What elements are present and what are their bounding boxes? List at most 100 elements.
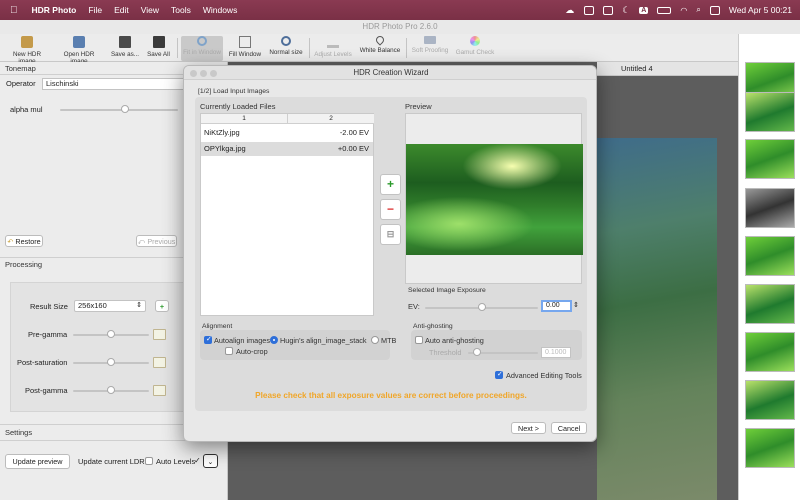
autocrop-checkbox[interactable]: [225, 347, 233, 355]
table-row[interactable]: OPYlkga.jpg +0.00 EV: [201, 142, 373, 156]
fit-in-window-button[interactable]: Fit in Window: [181, 36, 223, 61]
alpha-mul-slider[interactable]: [60, 109, 178, 111]
apple-menu-icon[interactable]: : [10, 5, 18, 16]
thumbnail[interactable]: [745, 380, 795, 420]
levels-dropdown-button[interactable]: ⌄: [203, 454, 218, 468]
result-size-label: Result Size: [30, 302, 68, 311]
save-all-button[interactable]: Save All: [145, 36, 172, 61]
thumbnail[interactable]: [745, 92, 795, 132]
thumbnail[interactable]: [745, 332, 795, 372]
new-hdr-button[interactable]: New HDR image: [4, 36, 50, 65]
file-ev: -2.00 EV: [339, 128, 369, 137]
postsat-reset-button[interactable]: [153, 357, 166, 368]
menu-file[interactable]: File: [88, 5, 102, 15]
open-hdr-button[interactable]: Open HDR image: [55, 36, 103, 65]
normal-size-label: Normal size: [269, 49, 303, 56]
thumbnail[interactable]: [745, 236, 795, 276]
hugin-label: Hugin's align_image_stack: [280, 336, 367, 345]
column-header[interactable]: 2: [288, 114, 374, 124]
alpha-mul-knob[interactable]: [120, 105, 129, 113]
control-center-icon[interactable]: [709, 5, 720, 15]
menu-view[interactable]: View: [141, 5, 159, 15]
scroll-icon[interactable]: [584, 5, 595, 15]
white-balance-button[interactable]: White Balance: [358, 34, 402, 61]
threshold-input[interactable]: 0.1000: [541, 347, 571, 358]
tab-untitled-4[interactable]: Untitled 4: [621, 64, 653, 73]
next-button[interactable]: Next >: [511, 422, 546, 434]
pregamma-reset-button[interactable]: [153, 329, 166, 340]
hugin-radio[interactable]: [270, 336, 278, 344]
stepper-icon: ⇕: [136, 302, 142, 309]
clear-files-button[interactable]: ⊟: [380, 224, 401, 245]
auto-levels-label: Auto Levels: [156, 457, 196, 466]
stepper-icon[interactable]: ⇕: [573, 301, 579, 309]
add-size-button[interactable]: +: [155, 300, 169, 312]
app-menu[interactable]: HDR Photo: [32, 5, 77, 15]
wifi-icon[interactable]: ◠: [680, 6, 687, 15]
cloud-icon[interactable]: ☁: [565, 5, 575, 15]
adjust-levels-button[interactable]: Adjust Levels: [313, 36, 353, 61]
postgamma-label: Post-gamma: [25, 386, 68, 395]
normal-size-button[interactable]: Normal size: [268, 36, 304, 61]
input-source-icon[interactable]: A: [639, 6, 649, 14]
processing-title: Processing: [5, 260, 43, 269]
column-header[interactable]: 1: [201, 114, 288, 124]
save-as-label: Save as...: [110, 51, 139, 58]
postsat-knob[interactable]: [107, 358, 115, 366]
menu-windows[interactable]: Windows: [203, 5, 237, 15]
pregamma-knob[interactable]: [107, 330, 115, 338]
auto-antighost-checkbox[interactable]: [415, 336, 423, 344]
restore-button[interactable]: ↶ Restore: [5, 235, 43, 247]
threshold-knob[interactable]: [473, 348, 481, 356]
auto-levels-checkbox[interactable]: [145, 457, 153, 465]
previous-button[interactable]: ⤺ Previous: [136, 235, 177, 247]
update-current-ldr-button[interactable]: Update current LDR: [78, 457, 145, 466]
table-row[interactable]: NiKtZly.jpg -2.00 EV: [201, 126, 373, 140]
postgamma-reset-button[interactable]: [153, 385, 166, 396]
fill-window-label: Fill Window: [228, 51, 262, 58]
soft-proofing-label: Soft Proofing: [411, 47, 449, 54]
advanced-tools-checkbox[interactable]: [495, 370, 503, 379]
thumbnail[interactable]: [745, 188, 795, 228]
postsat-label: Post-saturation: [17, 358, 68, 367]
thumbnail[interactable]: [745, 428, 795, 468]
remove-file-button[interactable]: −: [380, 199, 401, 220]
thumbnail-strip: [738, 34, 800, 500]
plus-icon: +: [386, 177, 394, 191]
auto-antighost-label: Auto anti-ghosting: [425, 336, 484, 345]
save-as-button[interactable]: Save as...: [108, 36, 142, 61]
mtb-radio[interactable]: [371, 336, 379, 344]
fill-window-button[interactable]: Fill Window: [227, 36, 263, 61]
soft-proofing-button[interactable]: Soft Proofing: [410, 36, 450, 61]
previous-icon: ⤺: [137, 237, 146, 246]
autoalign-checkbox[interactable]: [204, 335, 212, 344]
add-file-button[interactable]: +: [380, 174, 401, 195]
thumbnail[interactable]: [745, 284, 795, 324]
clock[interactable]: Wed Apr 5 00:21: [729, 5, 792, 15]
update-preview-button[interactable]: Update preview: [5, 454, 70, 469]
moon-icon[interactable]: ☾: [622, 5, 630, 16]
printer-icon: [424, 36, 436, 44]
postgamma-knob[interactable]: [107, 386, 115, 394]
antighost-title: Anti-ghosting: [413, 323, 453, 330]
plus-icon: +: [159, 302, 165, 311]
zoom-icon[interactable]: [210, 70, 217, 77]
search-icon[interactable]: ⌕: [696, 5, 700, 15]
thumbnail[interactable]: [745, 139, 795, 179]
gamut-check-button[interactable]: Gamut Check: [455, 36, 495, 61]
preview-image: [406, 144, 583, 255]
restore-icon: ↶: [7, 237, 14, 246]
ev-knob[interactable]: [477, 303, 486, 311]
ev-input[interactable]: 0.00: [541, 300, 572, 312]
note-icon[interactable]: [603, 5, 614, 15]
hdr-creation-wizard: HDR Creation Wizard [1/2] Load Input Ima…: [183, 65, 597, 442]
close-icon[interactable]: [190, 70, 197, 77]
operator-select[interactable]: Lischinski: [42, 78, 192, 90]
menu-tools[interactable]: Tools: [171, 5, 191, 15]
checkmark-icon: ✓: [194, 456, 201, 465]
battery-icon[interactable]: [657, 6, 672, 14]
minimize-icon[interactable]: [200, 70, 207, 77]
cancel-button[interactable]: Cancel: [551, 422, 587, 434]
menu-edit[interactable]: Edit: [114, 5, 129, 15]
result-size-select[interactable]: 256x160 ⇕: [74, 300, 146, 312]
